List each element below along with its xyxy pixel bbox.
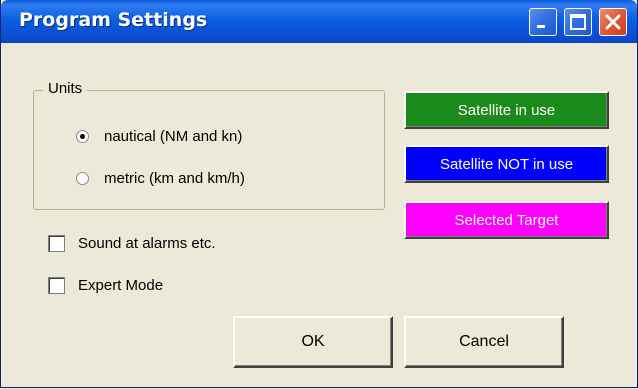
close-button[interactable] xyxy=(599,8,627,36)
checkbox-expert-mode-label: Expert Mode xyxy=(78,277,164,294)
checkbox-box[interactable] xyxy=(48,235,65,252)
minimize-button[interactable] xyxy=(529,8,557,36)
radio-metric-label: metric (km and km/h) xyxy=(104,170,245,187)
minimize-icon xyxy=(537,25,545,28)
maximize-button[interactable] xyxy=(564,8,592,36)
satellite-not-in-use-button[interactable]: Satellite NOT in use xyxy=(404,145,609,183)
selected-target-button[interactable]: Selected Target xyxy=(404,201,609,239)
units-groupbox xyxy=(33,90,385,210)
radio-button[interactable] xyxy=(76,172,89,185)
checkbox-sound-alarms-label: Sound at alarms etc. xyxy=(78,235,216,252)
maximize-icon xyxy=(570,14,586,30)
ok-button[interactable]: OK xyxy=(233,316,393,368)
radio-button[interactable] xyxy=(76,130,89,143)
window-title: Program Settings xyxy=(19,9,208,31)
satellite-in-use-button[interactable]: Satellite in use xyxy=(404,91,609,129)
title-bar[interactable]: Program Settings xyxy=(1,0,637,43)
units-legend: Units xyxy=(43,80,88,97)
checkbox-box[interactable] xyxy=(48,277,65,294)
radio-nautical-label: nautical (NM and kn) xyxy=(104,128,243,145)
close-icon xyxy=(605,14,621,30)
radio-selected-dot xyxy=(80,134,85,139)
program-settings-dialog: Program Settings Units nautical (NM and … xyxy=(0,0,638,388)
cancel-button[interactable]: Cancel xyxy=(404,316,564,368)
